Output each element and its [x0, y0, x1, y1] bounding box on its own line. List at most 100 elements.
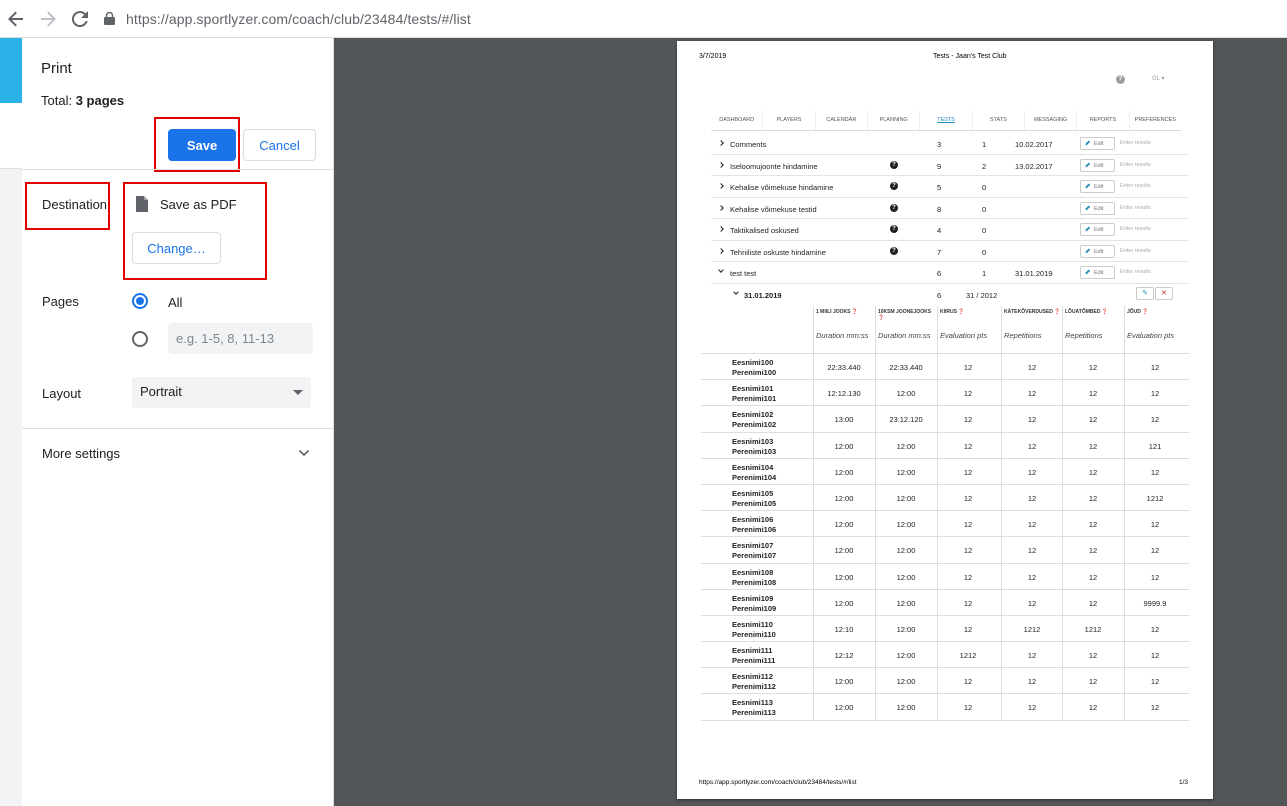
- result-cell[interactable]: 12: [1068, 389, 1118, 398]
- result-cell[interactable]: 12: [1007, 599, 1057, 608]
- cancel-button[interactable]: Cancel: [243, 129, 316, 161]
- result-cell[interactable]: 12:00: [881, 651, 931, 660]
- result-cell[interactable]: 12: [1007, 415, 1057, 424]
- result-cell[interactable]: 12:00: [881, 677, 931, 686]
- result-cell[interactable]: 22:33.440: [881, 363, 931, 372]
- result-cell[interactable]: 12: [943, 677, 993, 686]
- chevron-down-icon[interactable]: [718, 267, 724, 273]
- nav-item-tests[interactable]: TESTS: [919, 111, 971, 130]
- result-cell[interactable]: 12: [1068, 651, 1118, 660]
- pages-all-radio[interactable]: [132, 293, 148, 309]
- result-cell[interactable]: 12:00: [819, 468, 869, 477]
- nav-item-stats[interactable]: STATS: [971, 111, 1024, 130]
- result-cell[interactable]: 121: [1130, 442, 1180, 451]
- chevron-down-icon[interactable]: [733, 288, 739, 295]
- result-cell[interactable]: 12: [943, 442, 993, 451]
- result-cell[interactable]: 12: [1068, 546, 1118, 555]
- result-cell[interactable]: 23:12.120: [881, 415, 931, 424]
- result-cell[interactable]: 12: [1130, 468, 1180, 477]
- back-button[interactable]: [0, 0, 32, 38]
- result-cell[interactable]: 9999.9: [1130, 599, 1180, 608]
- result-cell[interactable]: 12: [1130, 677, 1180, 686]
- pages-range-input[interactable]: [168, 323, 313, 354]
- result-cell[interactable]: 12:00: [881, 573, 931, 582]
- result-cell[interactable]: 12:00: [819, 573, 869, 582]
- result-cell[interactable]: 12: [1007, 363, 1057, 372]
- result-cell[interactable]: 12: [1130, 389, 1180, 398]
- layout-select[interactable]: Portrait: [132, 377, 311, 408]
- chevron-right-icon[interactable]: [718, 183, 724, 189]
- result-cell[interactable]: 12: [1007, 468, 1057, 477]
- test-row[interactable]: Kehalise võimekuse testid? 8 0 Edit Enter re…: [711, 198, 1189, 219]
- result-cell[interactable]: 12: [1068, 494, 1118, 503]
- test-row[interactable]: Comments 3 1 10.02.2017 Edit Enter results: [711, 133, 1189, 155]
- result-cell[interactable]: 12:00: [819, 494, 869, 503]
- result-cell[interactable]: 12:00: [819, 520, 869, 529]
- result-cell[interactable]: 1212: [1068, 625, 1118, 634]
- result-cell[interactable]: 12:00: [881, 703, 931, 712]
- result-cell[interactable]: 12: [1068, 363, 1118, 372]
- pencil-icon[interactable]: ✎: [1136, 286, 1154, 300]
- result-cell[interactable]: 12:00: [819, 703, 869, 712]
- edit-button[interactable]: Edit: [1080, 244, 1115, 258]
- result-cell[interactable]: 1212: [1007, 625, 1057, 634]
- result-cell[interactable]: 12: [1007, 573, 1057, 582]
- result-cell[interactable]: 12: [1068, 677, 1118, 686]
- result-cell[interactable]: 12: [1068, 573, 1118, 582]
- result-cell[interactable]: 12: [1007, 520, 1057, 529]
- result-cell[interactable]: 12: [1130, 520, 1180, 529]
- result-cell[interactable]: 12: [943, 520, 993, 529]
- chevron-right-icon[interactable]: [718, 140, 724, 146]
- enter-results-link[interactable]: Enter results: [1120, 269, 1151, 275]
- nav-item-messaging[interactable]: MESSAGING: [1023, 111, 1076, 130]
- enter-results-link[interactable]: Enter results: [1120, 248, 1151, 254]
- test-row[interactable]: Tehniliste oskuste hindamine? 7 0 Edit Enter…: [711, 241, 1189, 262]
- nav-item-players[interactable]: PLAYERS: [762, 111, 814, 130]
- nav-item-planning[interactable]: PLANNING: [866, 111, 919, 130]
- result-cell[interactable]: 12: [1068, 520, 1118, 529]
- result-cell[interactable]: 12:00: [819, 442, 869, 451]
- result-cell[interactable]: 12: [1068, 468, 1118, 477]
- result-cell[interactable]: 12: [1130, 415, 1180, 424]
- result-cell[interactable]: 12: [943, 703, 993, 712]
- forward-button[interactable]: [32, 0, 64, 38]
- result-cell[interactable]: 12: [943, 494, 993, 503]
- result-cell[interactable]: 12: [1007, 703, 1057, 712]
- result-cell[interactable]: 12:00: [819, 599, 869, 608]
- test-row[interactable]: Kehalise võimekuse hindamine? 5 0 Edit Enter…: [711, 176, 1189, 198]
- result-cell[interactable]: 12:12: [819, 651, 869, 660]
- result-cell[interactable]: 12: [1007, 677, 1057, 686]
- result-cell[interactable]: 12:00: [881, 520, 931, 529]
- result-cell[interactable]: 12: [1068, 599, 1118, 608]
- nav-item-calendar[interactable]: CALENDAR: [814, 111, 867, 130]
- test-row[interactable]: Taktikalised oskused? 4 0 Edit Enter results: [711, 219, 1189, 241]
- edit-button[interactable]: Edit: [1080, 223, 1115, 236]
- chevron-right-icon[interactable]: [718, 226, 724, 232]
- reload-button[interactable]: [64, 0, 96, 38]
- address-bar[interactable]: https://app.sportlyzer.com/coach/club/23…: [102, 11, 471, 27]
- enter-results-link[interactable]: Enter results: [1120, 183, 1151, 189]
- result-cell[interactable]: 12: [943, 546, 993, 555]
- edit-button[interactable]: Edit: [1080, 137, 1115, 150]
- result-cell[interactable]: 1212: [943, 651, 993, 660]
- enter-results-link[interactable]: Enter results: [1120, 226, 1151, 232]
- nav-item-dashboard[interactable]: DASHBOARD: [711, 111, 762, 130]
- result-cell[interactable]: 12: [1130, 573, 1180, 582]
- result-cell[interactable]: 12: [1068, 442, 1118, 451]
- enter-results-link[interactable]: Enter results: [1120, 140, 1151, 146]
- result-cell[interactable]: 12: [943, 625, 993, 634]
- result-cell[interactable]: 12: [943, 573, 993, 582]
- chevron-right-icon[interactable]: [718, 161, 724, 168]
- result-cell[interactable]: 12: [1130, 703, 1180, 712]
- test-row[interactable]: test test 6 1 31.01.2019 Edit Enter results: [711, 262, 1189, 284]
- edit-button[interactable]: Edit: [1080, 201, 1115, 215]
- result-cell[interactable]: 12:12.130: [819, 389, 869, 398]
- result-cell[interactable]: 12: [1130, 651, 1180, 660]
- result-cell[interactable]: 12:00: [881, 546, 931, 555]
- session-row[interactable]: 31.01.2019 6 31 / 2012 ✎ ✕: [711, 284, 1189, 306]
- result-cell[interactable]: 1212: [1130, 494, 1180, 503]
- more-settings-toggle[interactable]: More settings: [42, 446, 120, 461]
- result-cell[interactable]: 12: [943, 599, 993, 608]
- result-cell[interactable]: 12: [943, 389, 993, 398]
- result-cell[interactable]: 12: [1007, 494, 1057, 503]
